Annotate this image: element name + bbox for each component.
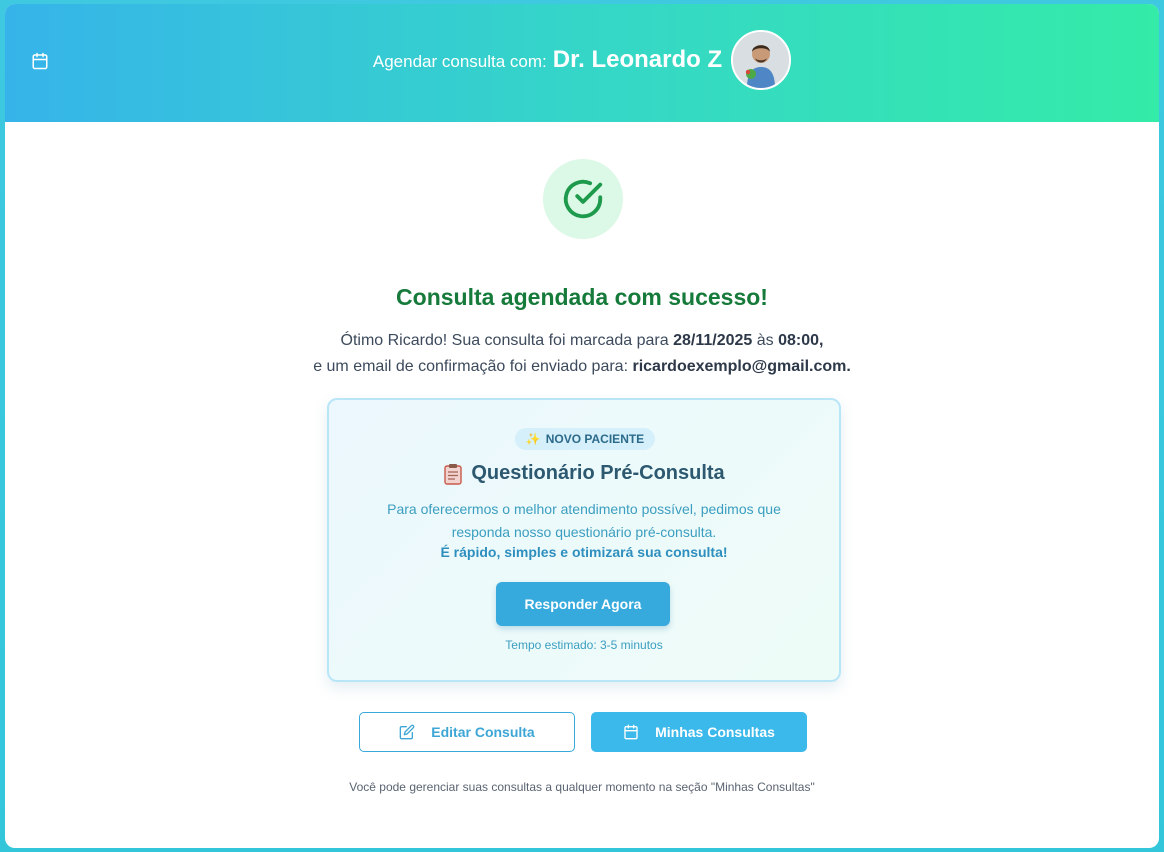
questionnaire-card: ✨ NOVO PACIENTE Questionário Pré-Consult… [327, 398, 841, 682]
description-line: Para oferecermos o melhor atendimento po… [387, 501, 781, 517]
badge-label: NOVO PACIENTE [545, 432, 645, 446]
edit-appointment-label: Editar Consulta [431, 724, 535, 740]
description-line: responda nosso questionário pré-consulta… [451, 524, 717, 540]
sparkles-icon: ✨ [525, 432, 541, 446]
confirmation-message: Ótimo Ricardo! Sua consulta foi marcada … [5, 328, 1159, 380]
questionnaire-title-text: Questionário Pré-Consulta [471, 462, 725, 484]
questionnaire-title: Questionário Pré-Consulta [329, 462, 839, 485]
appointment-date: 28/11/2025 [673, 332, 753, 349]
message-text: e um email de confirmação foi enviado pa… [313, 358, 633, 375]
header: Agendar consulta com: Dr. Leonardo Z [5, 4, 1159, 122]
app-window: Agendar consulta com: Dr. Leonardo Z Con… [5, 4, 1159, 848]
doctor-name: Dr. Leonardo Z [552, 46, 723, 73]
questionnaire-description: Para oferecermos o melhor atendimento po… [329, 498, 839, 544]
respond-now-button[interactable]: Responder Agora [496, 582, 670, 626]
header-prefix: Agendar consulta com: [372, 52, 547, 71]
message-text: Ótimo Ricardo! Sua consulta foi marcada … [340, 332, 674, 349]
doctor-avatar [731, 30, 792, 90]
new-patient-badge: ✨ NOVO PACIENTE [515, 428, 655, 450]
questionnaire-emphasis: É rápido, simples e otimizará sua consul… [440, 544, 728, 560]
header-title: Agendar consulta com: Dr. Leonardo Z [5, 28, 1159, 92]
edit-appointment-button[interactable]: Editar Consulta [359, 712, 575, 752]
my-appointments-label: Minhas Consultas [655, 724, 775, 740]
estimated-time: Tempo estimado: 3-5 minutos [505, 638, 663, 652]
message-text: às [752, 332, 779, 349]
edit-icon [399, 724, 415, 740]
calendar-icon [623, 724, 639, 740]
appointment-time: 08:00, [778, 332, 824, 349]
confirmation-email: ricardoexemplo@gmail.com. [632, 358, 851, 375]
clipboard-icon [443, 463, 463, 485]
success-title: Consulta agendada com sucesso! [396, 284, 768, 310]
footer-note: Você pode gerenciar suas consultas a qua… [349, 780, 815, 794]
check-circle-icon [543, 159, 623, 239]
my-appointments-button[interactable]: Minhas Consultas [591, 712, 807, 752]
